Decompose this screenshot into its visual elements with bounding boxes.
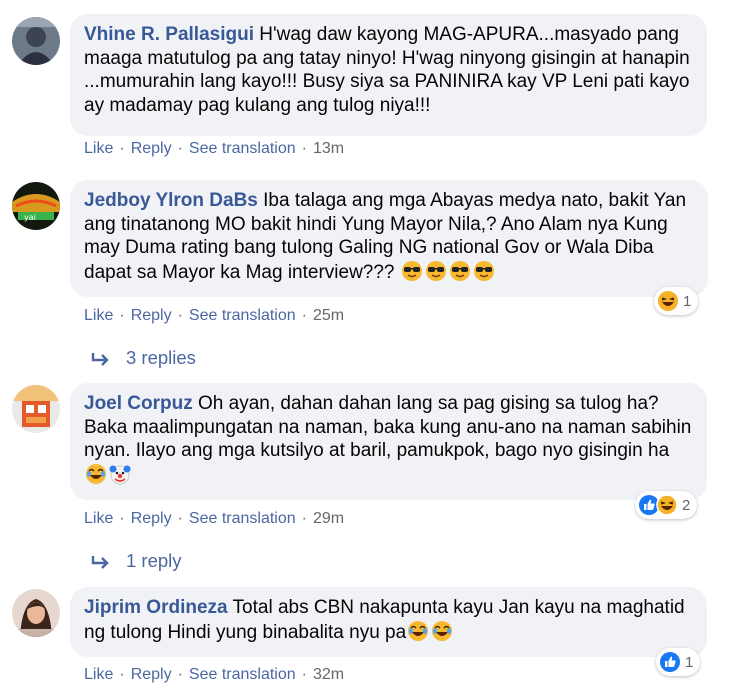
comment-bubble: Vhine R. Pallasigui H'wag daw kayong MAG… [70,14,707,136]
comment-actions: Like · Reply · See translation · 13m [84,140,345,157]
comment-bubble: Joel Corpuz Oh ayan, dahan dahan lang sa… [70,383,707,500]
haha-reaction-icon [658,291,678,311]
laughing-emoji [408,620,429,641]
timestamp[interactable]: 25m [313,307,344,324]
view-replies-link[interactable]: 3 replies [90,347,196,369]
like-link[interactable]: Like [84,510,113,527]
comment-bubble: Jedboy Ylron DaBs Iba talaga ang mga Aba… [70,180,708,297]
sunglasses-emoji [473,260,494,281]
comment-actions: Like · Reply · See translation · 32m [84,666,345,683]
reaction-summary[interactable]: 1 [654,287,699,315]
timestamp[interactable]: 13m [313,140,344,157]
see-translation-link[interactable]: See translation [189,307,296,324]
reply-link[interactable]: Reply [131,666,172,683]
sunglasses-emoji [401,260,422,281]
comment-actions: Like · Reply · See translation · 29m [84,510,345,527]
reaction-count: 2 [682,496,691,514]
comment-author[interactable]: Vhine R. Pallasigui [84,24,254,45]
avatar[interactable] [12,589,60,637]
reply-link[interactable]: Reply [131,510,172,527]
see-translation-link[interactable]: See translation [189,510,296,527]
reply-link[interactable]: Reply [131,307,172,324]
timestamp[interactable]: 29m [313,510,344,527]
laughing-emoji [432,620,453,641]
avatar[interactable]: yai [12,182,60,230]
haha-reaction-icon [656,494,678,516]
sunglasses-emoji [449,260,470,281]
see-translation-link[interactable]: See translation [189,140,296,157]
comment-author[interactable]: Jiprim Ordineza [84,597,228,618]
replies-count-label: 3 replies [126,347,196,368]
see-translation-link[interactable]: See translation [189,666,296,683]
laughing-emoji [86,463,106,484]
reply-arrow-icon [91,556,109,569]
view-replies-link[interactable]: 1 reply [90,550,182,572]
like-link[interactable]: Like [84,307,113,324]
avatar[interactable] [12,17,60,65]
like-link[interactable]: Like [84,140,113,157]
reply-arrow-icon [91,353,109,366]
comment-actions: Like · Reply · See translation · 25m [84,307,345,324]
like-reaction-icon [660,652,680,672]
reaction-count: 1 [685,653,694,671]
sunglasses-emoji [425,260,446,281]
comment-author[interactable]: Joel Corpuz [84,393,193,414]
clown-emoji [109,465,131,484]
replies-count-label: 1 reply [126,550,182,571]
timestamp[interactable]: 32m [313,666,344,683]
like-link[interactable]: Like [84,666,113,683]
reply-link[interactable]: Reply [131,140,172,157]
comment-author[interactable]: Jedboy Ylron DaBs [84,190,258,211]
reaction-summary[interactable]: 1 [656,648,701,676]
reaction-summary[interactable]: 2 [635,491,698,519]
comment-bubble: Jiprim Ordineza Total abs CBN nakapunta … [70,587,707,657]
reaction-count: 1 [683,292,692,310]
avatar[interactable] [12,385,60,433]
svg-text:yai: yai [24,213,36,222]
